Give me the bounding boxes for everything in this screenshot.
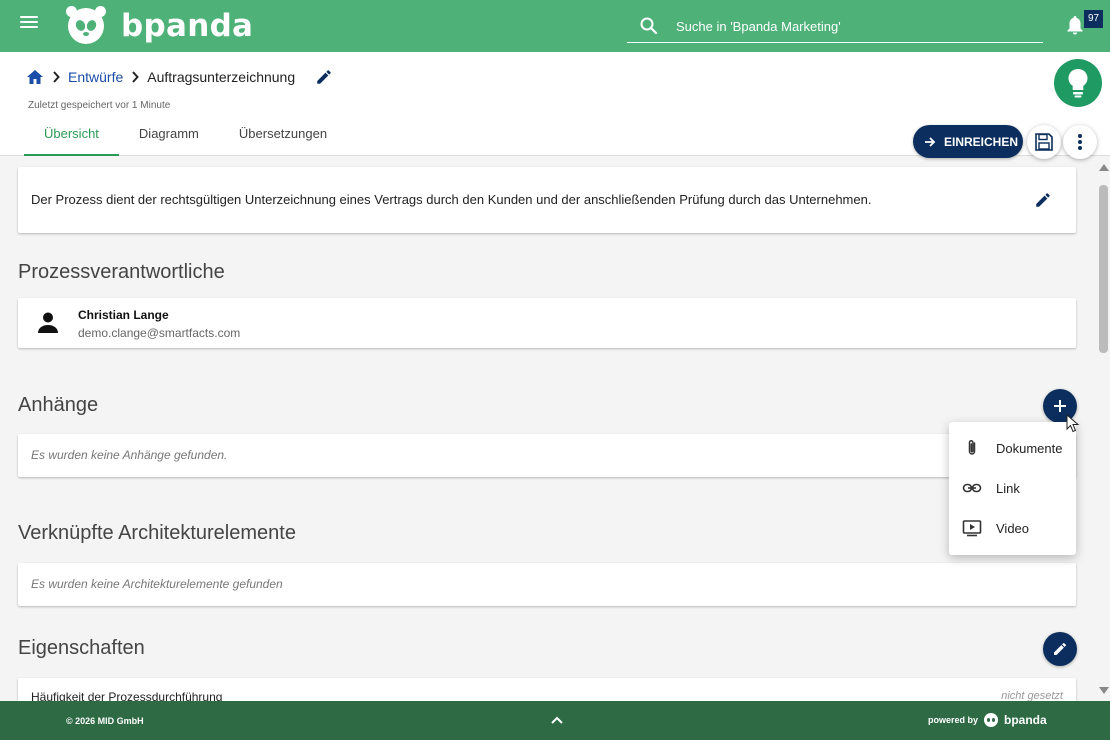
process-description: Der Prozess dient der rechtsgültigen Unt… [31, 192, 872, 207]
notification-count-badge: 97 [1084, 10, 1103, 28]
tab-translations[interactable]: Übersetzungen [219, 120, 347, 156]
powered-by: powered by bpanda [928, 713, 1047, 727]
tab-diagram[interactable]: Diagramm [119, 120, 219, 156]
lightbulb-button[interactable] [1054, 59, 1102, 107]
more-options-button[interactable] [1063, 125, 1097, 159]
hamburger-menu-icon[interactable] [20, 16, 38, 30]
description-card: Der Prozess dient der rechtsgültigen Unt… [18, 167, 1076, 233]
vertical-scrollbar[interactable] [1097, 157, 1110, 701]
home-icon[interactable] [26, 69, 44, 85]
chevron-up-icon[interactable] [550, 715, 564, 725]
architecture-empty-text: Es wurden keine Architekturelemente gefu… [31, 577, 283, 591]
attachment-type-menu: Dokumente Link Video [949, 422, 1076, 555]
panda-mini-logo-icon [984, 713, 999, 727]
owner-email: demo.clange@smartfacts.com [78, 326, 241, 340]
edit-title-pencil-icon[interactable] [315, 68, 333, 86]
page-header: Entwürfe Auftragsunterzeichnung Zuletzt … [0, 52, 1110, 159]
properties-section-title: Eigenschaften [18, 637, 145, 659]
footer: © 2026 MID GmbH powered by bpanda [0, 701, 1110, 740]
last-saved-text: Zuletzt gespeichert vor 1 Minute [28, 100, 171, 111]
panda-logo-icon [66, 6, 106, 44]
plus-icon [1054, 400, 1066, 412]
search-placeholder: Suche in 'Bpanda Marketing' [676, 18, 841, 34]
top-app-bar: bpanda Suche in 'Bpanda Marketing' 97 [0, 0, 1110, 52]
more-vertical-icon [1078, 134, 1082, 150]
mouse-pointer-icon [1066, 414, 1080, 433]
bpanda-logo[interactable]: bpanda [66, 6, 254, 45]
chevron-right-icon [132, 71, 140, 83]
submit-button[interactable]: EINREICHEN [913, 125, 1023, 158]
save-button[interactable] [1027, 125, 1061, 159]
menu-item-label: Dokumente [996, 440, 1063, 456]
menu-item-label: Link [996, 480, 1020, 496]
tab-bar: Übersicht Diagramm Übersetzungen [24, 120, 347, 156]
scroll-down-arrow-icon[interactable] [1099, 687, 1109, 694]
scrollbar-thumb[interactable] [1099, 185, 1108, 353]
link-icon [962, 483, 982, 493]
architecture-card: Es wurden keine Architekturelemente gefu… [18, 563, 1076, 606]
edit-properties-button[interactable] [1043, 632, 1077, 666]
owners-section-title: Prozessverantwortliche [18, 261, 225, 283]
brand-name: bpanda [121, 8, 254, 44]
save-floppy-icon [1035, 133, 1053, 151]
search-input[interactable]: Suche in 'Bpanda Marketing' [627, 10, 1043, 43]
search-icon [640, 17, 658, 35]
edit-description-pencil-icon[interactable] [1034, 191, 1052, 209]
notification-bell-icon[interactable] [1066, 15, 1084, 35]
footer-brand: bpanda [1004, 713, 1047, 727]
tab-overview[interactable]: Übersicht [24, 120, 119, 156]
menu-item-link[interactable]: Link [949, 468, 1076, 508]
attachments-section-title: Anhänge [18, 394, 99, 416]
submit-button-label: EINREICHEN [944, 134, 1019, 149]
powered-by-text: powered by [928, 715, 979, 725]
owner-name: Christian Lange [78, 308, 169, 322]
menu-item-documents[interactable]: Dokumente [949, 428, 1076, 468]
person-avatar-icon [38, 312, 58, 333]
chevron-right-icon [53, 71, 60, 83]
scroll-up-arrow-icon[interactable] [1099, 164, 1109, 171]
attachments-empty-text: Es wurden keine Anhänge gefunden. [31, 448, 228, 462]
attachments-card: Es wurden keine Anhänge gefunden. [18, 434, 1076, 477]
video-icon [962, 520, 982, 537]
menu-item-video[interactable]: Video [949, 508, 1076, 548]
pencil-icon [1054, 642, 1066, 655]
owner-card: Christian Lange demo.clange@smartfacts.c… [18, 298, 1076, 348]
lightbulb-icon [1068, 69, 1088, 98]
paperclip-icon [968, 440, 976, 455]
arrow-right-icon [925, 136, 936, 147]
breadcrumb-current: Auftragsunterzeichnung [147, 69, 296, 85]
breadcrumb-drafts-link[interactable]: Entwürfe [68, 69, 123, 85]
breadcrumb: Entwürfe Auftragsunterzeichnung [26, 68, 333, 86]
copyright-text: © 2026 MID GmbH [66, 716, 144, 726]
architecture-section-title: Verknüpfte Architekturelemente [18, 522, 296, 544]
menu-item-label: Video [996, 520, 1030, 536]
